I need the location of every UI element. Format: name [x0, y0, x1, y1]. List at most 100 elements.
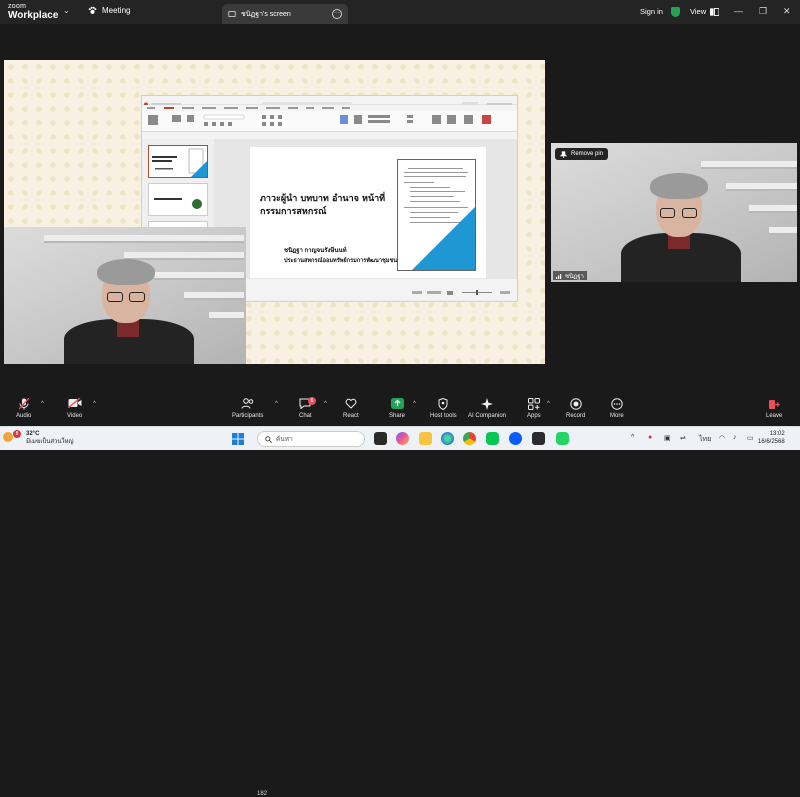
video-button[interactable]: Video — [67, 397, 82, 419]
file-explorer-icon[interactable] — [419, 432, 432, 445]
more-icon — [610, 398, 624, 410]
meeting-stage: ภาวะผู้นำ บทบาท อำนาจ หน้าที่ กรรมการสหก… — [0, 24, 800, 392]
share-button[interactable]: Share — [389, 398, 405, 419]
microphone-muted-icon — [16, 397, 31, 410]
current-slide[interactable]: ภาวะผู้นำ บทบาท อำนาจ หน้าที่ กรรมการสหก… — [250, 147, 486, 278]
participant-video — [616, 173, 746, 282]
participant-video — [59, 257, 209, 364]
leave-label: Leave — [766, 413, 783, 419]
apps-icon — [527, 398, 541, 410]
apps-label: Apps — [527, 413, 541, 419]
record-label: Record — [566, 413, 586, 419]
apps-button[interactable]: Apps — [527, 398, 541, 419]
line-icon[interactable] — [486, 432, 499, 445]
restore-icon[interactable]: ❐ — [759, 6, 767, 17]
presenter-role: ประธานสหกรณ์ออมทรัพย์กรมการพัฒนาชุมชน จำ… — [284, 258, 413, 264]
host-tools-label: Host tools — [430, 413, 457, 419]
battery-icon[interactable]: ▭ — [747, 434, 754, 442]
record-icon — [566, 398, 585, 410]
search-placeholder: ค้นหา — [276, 436, 293, 443]
participants-label: Participants — [232, 413, 264, 419]
heart-icon — [343, 398, 359, 410]
whatsapp-icon[interactable] — [556, 432, 569, 445]
ppt-ribbon-art — [142, 105, 517, 126]
ppt-ribbon — [142, 105, 517, 132]
taskbar-search[interactable]: ค้นหา — [257, 431, 365, 447]
document-image — [397, 159, 476, 271]
clock-date: 16/6/2568 — [758, 439, 785, 445]
signal-icon — [556, 273, 562, 279]
meeting-menu[interactable]: Meeting — [88, 6, 130, 15]
weather-description: มีเมฆเป็นส่วนใหญ่ — [26, 439, 74, 445]
meeting-label: Meeting — [102, 6, 131, 15]
network-tray-icon[interactable]: ⇌ — [680, 434, 686, 442]
shield-icon — [430, 397, 457, 411]
weather-icon[interactable] — [3, 432, 13, 442]
task-view-icon[interactable] — [374, 432, 387, 445]
tab-label: ชนิฏฐา's screen — [241, 10, 291, 18]
tab-screen-share[interactable]: ชนิฏฐา's screen ··· — [222, 4, 348, 24]
ppt-title-bar — [142, 96, 517, 107]
chevron-up-icon[interactable]: ^ — [631, 434, 634, 441]
system-clock[interactable]: 13:02 16/6/2568 — [758, 430, 785, 446]
minimize-icon[interactable]: — — [734, 6, 743, 16]
audio-label: Audio — [16, 413, 32, 419]
participant-name: ชนิฏฐา — [565, 273, 584, 280]
react-label: React — [343, 413, 359, 419]
wifi-icon[interactable]: ◠ — [719, 434, 725, 442]
view-button[interactable]: View — [690, 7, 720, 16]
view-layout-icon — [710, 7, 720, 16]
volume-icon[interactable]: ♪ — [733, 434, 737, 441]
video-tile-self[interactable] — [4, 227, 246, 364]
slide-thumbnail-2[interactable] — [148, 183, 208, 216]
blue-triangle-shape — [412, 207, 475, 270]
chrome-icon[interactable] — [463, 432, 476, 445]
chevron-down-icon[interactable]: ⌄ — [63, 6, 71, 15]
pin-icon — [560, 150, 567, 158]
video-off-icon — [67, 397, 82, 410]
more-button[interactable]: More — [610, 398, 624, 419]
weather-badge: 8 — [13, 430, 21, 438]
video-tile-pinned[interactable]: Remove pin ชนิฏฐา — [551, 143, 797, 282]
ai-companion-button[interactable]: AI Companion — [468, 398, 506, 419]
participant-name-label: ชนิฏฐา — [553, 271, 587, 280]
windows-start-icon[interactable] — [232, 433, 244, 445]
remove-pin-button[interactable]: Remove pin — [555, 148, 609, 160]
chevron-up-icon[interactable]: ^ — [275, 401, 278, 407]
chevron-up-icon[interactable]: ^ — [93, 401, 96, 407]
chevron-up-icon[interactable]: ^ — [547, 401, 550, 407]
shield-icon[interactable] — [671, 7, 680, 17]
chevron-up-icon[interactable]: ^ — [41, 401, 44, 407]
close-icon[interactable]: ✕ — [783, 6, 791, 17]
leave-button[interactable]: Leave — [766, 398, 782, 419]
react-button[interactable]: React — [343, 398, 359, 419]
audio-button[interactable]: Audio — [16, 397, 32, 419]
more-label: More — [610, 413, 624, 419]
sign-in-button[interactable]: Sign in — [640, 7, 663, 16]
leave-icon — [766, 398, 782, 410]
ai-companion-label: AI Companion — [468, 413, 507, 419]
participants-icon — [232, 398, 263, 410]
meeting-toolbar: Audio ^ Video ^ Participants 182 ^ Chat … — [0, 392, 800, 797]
edge-icon[interactable] — [441, 432, 454, 445]
chevron-up-icon[interactable]: ^ — [413, 401, 416, 407]
paw-icon — [88, 6, 97, 14]
zoom-app-icon[interactable] — [509, 432, 522, 445]
copilot-icon[interactable] — [396, 432, 409, 445]
tray-app-icon[interactable]: ▣ — [664, 434, 671, 442]
more-options-icon[interactable]: ··· — [332, 9, 342, 19]
host-tools-button[interactable]: Host tools — [430, 397, 457, 419]
sparkle-icon — [468, 398, 506, 410]
record-button[interactable]: Record — [566, 398, 585, 419]
windows-taskbar: 8 32°C มีเมฆเป็นส่วนใหญ่ ค้นหา ^ ● ▣ ⇌ ไ… — [0, 426, 800, 450]
slide-thumbnail-1[interactable] — [148, 145, 208, 178]
capcut-icon[interactable] — [532, 432, 545, 445]
view-label: View — [690, 7, 707, 16]
chevron-up-icon[interactable]: ^ — [324, 401, 327, 407]
participants-button[interactable]: Participants — [232, 398, 263, 419]
security-tray-icon[interactable]: ● — [648, 434, 652, 441]
language-indicator[interactable]: ไทย — [699, 434, 711, 445]
chat-badge: 6 — [308, 397, 316, 405]
weather-widget[interactable]: 32°C มีเมฆเป็นส่วนใหญ่ — [26, 430, 74, 446]
share-label: Share — [389, 413, 406, 419]
